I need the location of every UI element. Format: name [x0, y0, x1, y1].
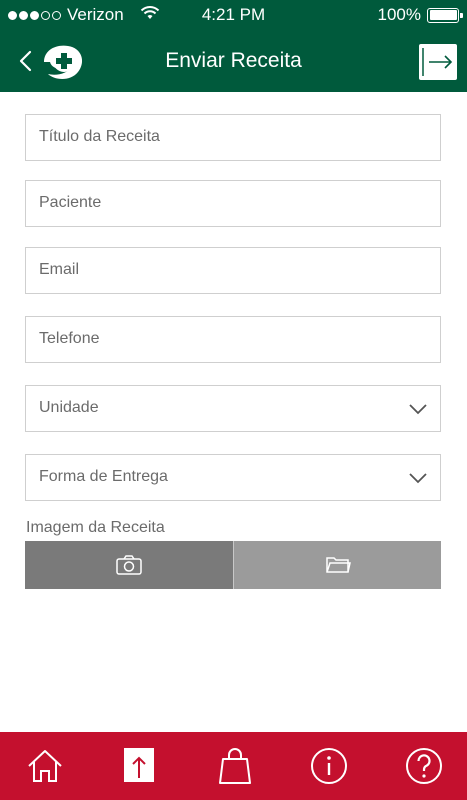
chevron-down-icon: [409, 404, 427, 415]
image-label: Imagem da Receita: [26, 519, 165, 536]
patient-input[interactable]: Paciente: [25, 180, 441, 227]
home-icon: [28, 750, 62, 782]
battery-icon: [427, 7, 463, 23]
delivery-method-value: Forma de Entrega: [39, 468, 168, 485]
logout-arrow-icon: [422, 48, 453, 76]
tab-upload[interactable]: [115, 742, 163, 790]
shopping-bag-icon: [219, 748, 251, 784]
email-input[interactable]: Email: [25, 247, 441, 294]
logout-button[interactable]: [419, 44, 457, 80]
tab-info[interactable]: [305, 742, 353, 790]
patient-placeholder: Paciente: [39, 194, 102, 211]
camera-icon: [116, 555, 142, 575]
battery-percentage: 100%: [377, 5, 421, 24]
phone-placeholder: Telefone: [39, 330, 100, 347]
folder-button[interactable]: [233, 541, 441, 589]
tab-shop[interactable]: [211, 742, 259, 790]
page-title: Enviar Receita: [165, 49, 302, 72]
email-placeholder: Email: [39, 261, 80, 278]
unit-select[interactable]: Unidade: [25, 385, 441, 432]
help-icon: [406, 748, 442, 784]
tab-bar: [0, 732, 467, 800]
unit-select-value: Unidade: [39, 399, 99, 416]
info-icon: [311, 748, 347, 784]
recipe-title-placeholder: Título da Receita: [39, 128, 160, 145]
phone-input[interactable]: Telefone: [25, 316, 441, 363]
tab-help[interactable]: [400, 742, 448, 790]
image-buttons: [25, 541, 441, 589]
navigation-bar: Enviar Receita: [0, 30, 467, 92]
tab-home[interactable]: [21, 742, 69, 790]
folder-icon: [325, 557, 351, 573]
delivery-method-select[interactable]: Forma de Entrega: [25, 454, 441, 501]
recipe-title-input[interactable]: Título da Receita: [25, 114, 441, 161]
camera-button[interactable]: [25, 541, 233, 589]
status-bar: Verizon 4:21 PM 100%: [0, 0, 467, 30]
upload-icon: [124, 748, 154, 782]
chevron-down-icon: [409, 473, 427, 484]
status-right: 100%: [377, 5, 463, 25]
